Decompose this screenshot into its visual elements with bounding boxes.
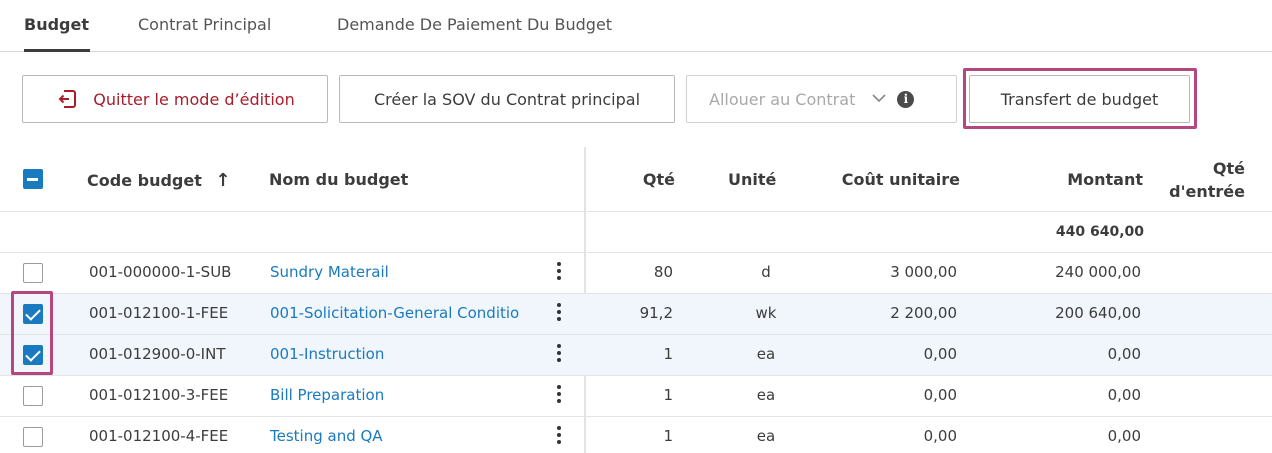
unit-cell[interactable]: wk — [738, 304, 794, 322]
column-header-input-qty-line1: Qté — [1212, 159, 1245, 178]
allocate-to-contract-dropdown[interactable]: Allouer au Contrat i — [686, 75, 957, 123]
row-checkbox[interactable] — [23, 263, 43, 283]
unit-cell[interactable]: ea — [738, 386, 794, 404]
row-more-menu-icon[interactable] — [551, 259, 567, 287]
row-more-menu-icon[interactable] — [551, 423, 567, 451]
tab-contrat-principal[interactable]: Contrat Principal — [138, 15, 271, 34]
unit-cost-cell[interactable]: 0,00 — [924, 427, 957, 445]
create-sov-button[interactable]: Créer la SOV du Contrat principal — [339, 75, 675, 123]
qty-cell[interactable]: 80 — [654, 263, 673, 281]
budget-transfer-label: Transfert de budget — [1000, 89, 1159, 109]
exit-edit-mode-label: Quitter le mode d’édition — [93, 89, 295, 109]
budget-transfer-button[interactable]: Transfert de budget — [969, 75, 1190, 123]
budget-code: 001-012900-0-INT — [89, 345, 226, 363]
table-row[interactable]: 001-012100-1-FEE 001-Solicitation-Genera… — [0, 294, 1272, 335]
sort-ascending-icon: ↑ — [215, 170, 231, 191]
budget-name-link[interactable]: Bill Preparation — [270, 386, 535, 404]
amount-cell: 240 000,00 — [1055, 263, 1141, 281]
budget-code: 001-000000-1-SUB — [89, 263, 232, 281]
column-header-qty[interactable]: Qté — [643, 170, 675, 189]
create-sov-label: Créer la SOV du Contrat principal — [373, 89, 641, 109]
qty-cell[interactable]: 1 — [663, 386, 673, 404]
exit-edit-mode-button[interactable]: Quitter le mode d’édition — [22, 75, 328, 123]
column-header-unit[interactable]: Unité — [728, 170, 776, 189]
budget-code: 001-012100-3-FEE — [89, 386, 229, 404]
tab-bar: Budget Contrat Principal Demande De Paie… — [0, 0, 1272, 52]
unit-cell[interactable]: ea — [738, 427, 794, 445]
unit-cell[interactable]: ea — [738, 345, 794, 363]
budget-name-link[interactable]: 001-Instruction — [270, 345, 535, 363]
table-row[interactable]: 001-000000-1-SUB Sundry Materail 80 d 3 … — [0, 253, 1272, 294]
column-header-input-qty-line2: d'entrée — [1169, 182, 1245, 201]
row-more-menu-icon[interactable] — [551, 382, 567, 410]
amount-cell: 0,00 — [1107, 427, 1141, 445]
table-header: Code budget ↑ Nom du budget Qté Unité Co… — [0, 147, 1272, 212]
column-header-code[interactable]: Code budget ↑ — [87, 170, 231, 191]
amount-cell: 0,00 — [1107, 345, 1141, 363]
budget-code: 001-012100-1-FEE — [89, 304, 229, 322]
unit-cost-cell[interactable]: 0,00 — [924, 345, 957, 363]
unit-cost-cell[interactable]: 3 000,00 — [890, 263, 957, 281]
chevron-down-icon — [871, 91, 887, 107]
highlight-frame-checkboxes — [11, 291, 53, 375]
column-header-input-qty[interactable]: Qté d'entrée — [1169, 157, 1245, 203]
table-row[interactable]: 001-012100-4-FEE Testing and QA 1 ea 0,0… — [0, 417, 1272, 453]
active-tab-indicator — [24, 49, 90, 52]
qty-cell[interactable]: 91,2 — [640, 304, 673, 322]
row-checkbox[interactable] — [23, 427, 43, 447]
column-header-code-label: Code budget — [87, 171, 202, 190]
column-header-amount[interactable]: Montant — [1067, 170, 1143, 189]
total-amount: 440 640,00 — [1055, 224, 1144, 240]
row-checkbox[interactable] — [23, 386, 43, 406]
totals-row: 440 640,00 — [0, 212, 1272, 253]
table-row[interactable]: 001-012100-3-FEE Bill Preparation 1 ea 0… — [0, 376, 1272, 417]
allocate-label: Allouer au Contrat — [709, 89, 856, 109]
budget-name-link[interactable]: 001-Solicitation-General Conditio — [270, 304, 535, 322]
tab-budget[interactable]: Budget — [24, 15, 89, 34]
budget-code: 001-012100-4-FEE — [89, 427, 229, 445]
amount-cell: 0,00 — [1107, 386, 1141, 404]
unit-cost-cell[interactable]: 2 200,00 — [890, 304, 957, 322]
budget-name-link[interactable]: Testing and QA — [270, 427, 535, 445]
select-all-checkbox[interactable] — [23, 169, 43, 189]
row-more-menu-icon[interactable] — [551, 300, 567, 328]
qty-cell[interactable]: 1 — [663, 427, 673, 445]
amount-cell: 200 640,00 — [1055, 304, 1141, 322]
unit-cell[interactable]: d — [738, 263, 794, 281]
column-header-unit-cost[interactable]: Coût unitaire — [842, 170, 960, 189]
exit-edit-icon — [55, 87, 79, 111]
qty-cell[interactable]: 1 — [663, 345, 673, 363]
budget-name-link[interactable]: Sundry Materail — [270, 263, 535, 281]
info-icon[interactable]: i — [897, 90, 915, 108]
column-header-name[interactable]: Nom du budget — [269, 170, 408, 189]
row-more-menu-icon[interactable] — [551, 341, 567, 369]
tab-demande-paiement[interactable]: Demande De Paiement Du Budget — [337, 15, 612, 34]
table-row[interactable]: 001-012900-0-INT 001-Instruction 1 ea 0,… — [0, 335, 1272, 376]
unit-cost-cell[interactable]: 0,00 — [924, 386, 957, 404]
budget-table: Code budget ↑ Nom du budget Qté Unité Co… — [0, 147, 1272, 453]
